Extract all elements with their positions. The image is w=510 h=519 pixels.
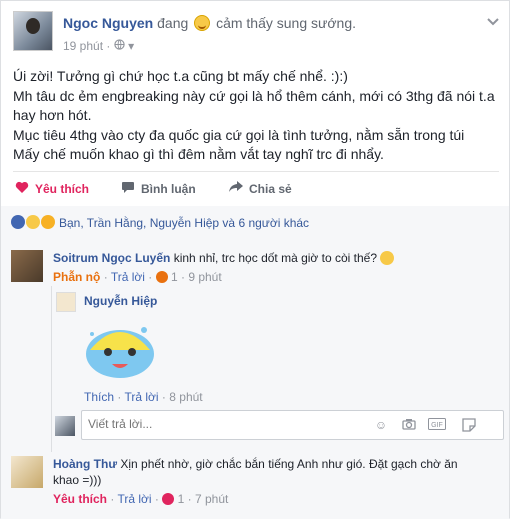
comment-icon [121, 181, 135, 197]
post-body: Úi zời! Tưởng gì chứ học t.a cũng bt mấy… [13, 67, 499, 165]
globe-icon[interactable] [114, 39, 128, 53]
author-line: Ngoc Nguyen đang cảm thấy sung sướng. [63, 15, 356, 31]
comment-time[interactable]: 9 phút [188, 270, 221, 284]
reaction-count[interactable]: 1 [171, 270, 178, 284]
share-button[interactable]: Chia sẻ [229, 181, 292, 196]
reaction-count[interactable]: 1 [178, 492, 185, 506]
heart-icon [15, 181, 29, 197]
author-name[interactable]: Ngoc Nguyen [63, 15, 153, 31]
thinking-emoji-icon [380, 251, 395, 265]
comment-text: kinh nhỉ, trc học dốt mà giờ to còi thế? [173, 251, 377, 265]
love-reaction-link[interactable]: Yêu thích [53, 492, 107, 506]
commenter-name[interactable]: Soitrum Ngọc Luyến [53, 251, 170, 265]
comment-time[interactable]: 7 phút [195, 492, 228, 506]
smile-emoji-icon [194, 15, 211, 31]
share-label: Chia sẻ [249, 181, 292, 196]
post-line: hay hơn hót. [13, 107, 92, 123]
reply-reply-link[interactable]: Trả lời [124, 390, 158, 404]
post-line: Mấy chế muốn khao gì thì đêm nằm vắt tay… [13, 146, 384, 162]
emoji-icon[interactable]: ☺ [373, 418, 389, 432]
reply-time[interactable]: 8 phút [169, 390, 202, 404]
like-label: Yêu thích [35, 182, 90, 196]
comment-item: Hoàng Thư Xịn phết nhờ, giờ chắc bắn tiế… [11, 456, 501, 516]
like-reply-link[interactable]: Thích [84, 390, 114, 404]
angry-badge-icon [155, 271, 168, 283]
privacy-chevron-down-icon[interactable]: ▾ [128, 39, 134, 53]
svg-text:GIF: GIF [431, 422, 443, 429]
dot-separator: · [106, 39, 114, 53]
post-line: Mh tâu dc ẻm engbreaking này cứ gọi là h… [13, 87, 495, 104]
post-line: Mục tiêu 4thg vào cty đa quốc gia cứ gọi… [13, 126, 465, 143]
love-badge-icon [162, 493, 175, 505]
current-user-avatar [55, 416, 75, 436]
post-meta: 19 phút · ▾ [63, 39, 134, 53]
like-reaction-icon [11, 215, 25, 229]
post-actions: Yêu thích Bình luận Chia sẻ [13, 177, 499, 201]
wow-reaction-icon [41, 215, 55, 229]
reply-link[interactable]: Trả lời [117, 492, 151, 506]
camera-icon[interactable] [401, 418, 417, 432]
commenter-name[interactable]: Hoàng Thư [53, 457, 117, 471]
share-icon [229, 181, 243, 196]
author-avatar[interactable] [13, 11, 53, 51]
post-header: Ngoc Nguyen đang cảm thấy sung sướng. 19… [13, 11, 499, 55]
comment-item: Soitrum Ngọc Luyến kinh nhỉ, trc học dốt… [11, 250, 501, 290]
gif-icon[interactable]: GIF [427, 418, 447, 432]
sticker-image [80, 314, 160, 380]
feeling-text: cảm thấy sung sướng. [216, 15, 357, 31]
commenter-avatar[interactable] [11, 250, 43, 282]
reactions-text[interactable]: Bạn, Trần Hằng, Nguyễn Hiệp và 6 người k… [59, 216, 309, 230]
haha-reaction-icon [26, 215, 40, 229]
reply-input-box[interactable]: ☺ GIF [81, 410, 504, 440]
post-options-chevron-icon[interactable] [487, 15, 499, 29]
divider [13, 171, 499, 172]
reactions-summary[interactable]: Bạn, Trần Hằng, Nguyễn Hiệp và 6 người k… [1, 206, 509, 240]
post-line: Úi zời! Tưởng gì chứ học t.a cũng bt mấy… [13, 68, 348, 84]
comment-text-cont: khao =))) [53, 473, 102, 487]
post-card: Ngoc Nguyen đang cảm thấy sung sướng. 19… [0, 0, 510, 519]
sticker-icon[interactable] [461, 418, 477, 432]
reaction-icons [11, 215, 55, 229]
post-time[interactable]: 19 phút [63, 39, 103, 53]
angry-reaction-link[interactable]: Phẫn nộ [53, 270, 100, 284]
replier-avatar[interactable] [56, 292, 76, 312]
replier-name[interactable]: Nguyễn Hiệp [84, 294, 157, 308]
feeling-prefix: đang [157, 15, 189, 31]
comment-label: Bình luận [141, 182, 196, 196]
comment-button[interactable]: Bình luận [121, 181, 196, 197]
like-button[interactable]: Yêu thích [15, 181, 89, 197]
reply-input[interactable] [88, 417, 348, 431]
commenter-avatar[interactable] [11, 456, 43, 488]
comments-section: Soitrum Ngọc Luyến kinh nhỉ, trc học dốt… [1, 240, 509, 519]
comment-text: Xịn phết nhờ, giờ chắc bắn tiếng Anh như… [120, 457, 458, 471]
reply-link[interactable]: Trả lời [111, 270, 145, 284]
